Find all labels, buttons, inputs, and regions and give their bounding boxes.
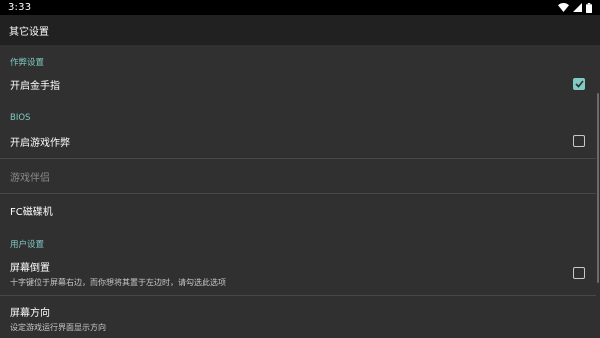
pref-game-partner: 游戏伴侣 bbox=[0, 165, 600, 187]
section-header-bios: BIOS bbox=[10, 113, 31, 123]
status-bar: 3:33 bbox=[0, 0, 600, 15]
status-icons bbox=[558, 2, 592, 13]
pref-game-partner-title: 游戏伴侣 bbox=[10, 172, 50, 184]
divider bbox=[0, 193, 596, 194]
divider bbox=[0, 158, 596, 159]
pref-flip-screen[interactable]: 屏幕倒置 十字键位于屏幕右边，而你想将其置于左边时，请勾选此选项 bbox=[0, 258, 600, 288]
pref-flip-screen-summary: 十字键位于屏幕右边，而你想将其置于左边时，请勾选此选项 bbox=[10, 277, 226, 287]
scrollbar[interactable] bbox=[597, 93, 599, 283]
wifi-icon bbox=[558, 3, 569, 12]
page-title: 其它设置 bbox=[9, 26, 49, 38]
section-header-user: 用户设置 bbox=[10, 240, 45, 250]
app-bar: 其它设置 bbox=[0, 15, 600, 45]
golden-finger-checkbox[interactable] bbox=[573, 78, 585, 90]
pref-flip-screen-text: 屏幕倒置 十字键位于屏幕右边，而你想将其置于左边时，请勾选此选项 bbox=[10, 259, 226, 288]
divider bbox=[0, 295, 596, 296]
battery-icon bbox=[586, 2, 592, 13]
section-header-cheat: 作弊设置 bbox=[10, 58, 45, 68]
pref-fc-disk[interactable]: FC磁碟机 bbox=[0, 199, 600, 221]
pref-flip-screen-title: 屏幕倒置 bbox=[10, 262, 50, 274]
settings-list: 作弊设置 开启金手指 BIOS 开启游戏作弊 游戏伴侣 FC磁碟机 用户设置 屏… bbox=[0, 45, 600, 338]
pref-orientation[interactable]: 屏幕方向 设定游戏运行界面显示方向 bbox=[0, 303, 600, 333]
pref-orientation-text: 屏幕方向 设定游戏运行界面显示方向 bbox=[10, 304, 106, 333]
pref-orientation-summary: 设定游戏运行界面显示方向 bbox=[10, 322, 106, 332]
pref-orientation-title: 屏幕方向 bbox=[10, 307, 50, 319]
pref-golden-finger-title: 开启金手指 bbox=[10, 80, 60, 92]
pref-game-cheat[interactable]: 开启游戏作弊 bbox=[0, 130, 600, 152]
signal-icon bbox=[573, 3, 582, 12]
pref-game-cheat-title: 开启游戏作弊 bbox=[10, 137, 70, 149]
check-icon bbox=[574, 80, 584, 88]
pref-golden-finger[interactable]: 开启金手指 bbox=[0, 73, 600, 95]
status-time: 3:33 bbox=[8, 2, 32, 13]
game-cheat-checkbox[interactable] bbox=[573, 135, 585, 147]
flip-screen-checkbox[interactable] bbox=[573, 267, 585, 279]
pref-fc-disk-title: FC磁碟机 bbox=[10, 206, 53, 218]
